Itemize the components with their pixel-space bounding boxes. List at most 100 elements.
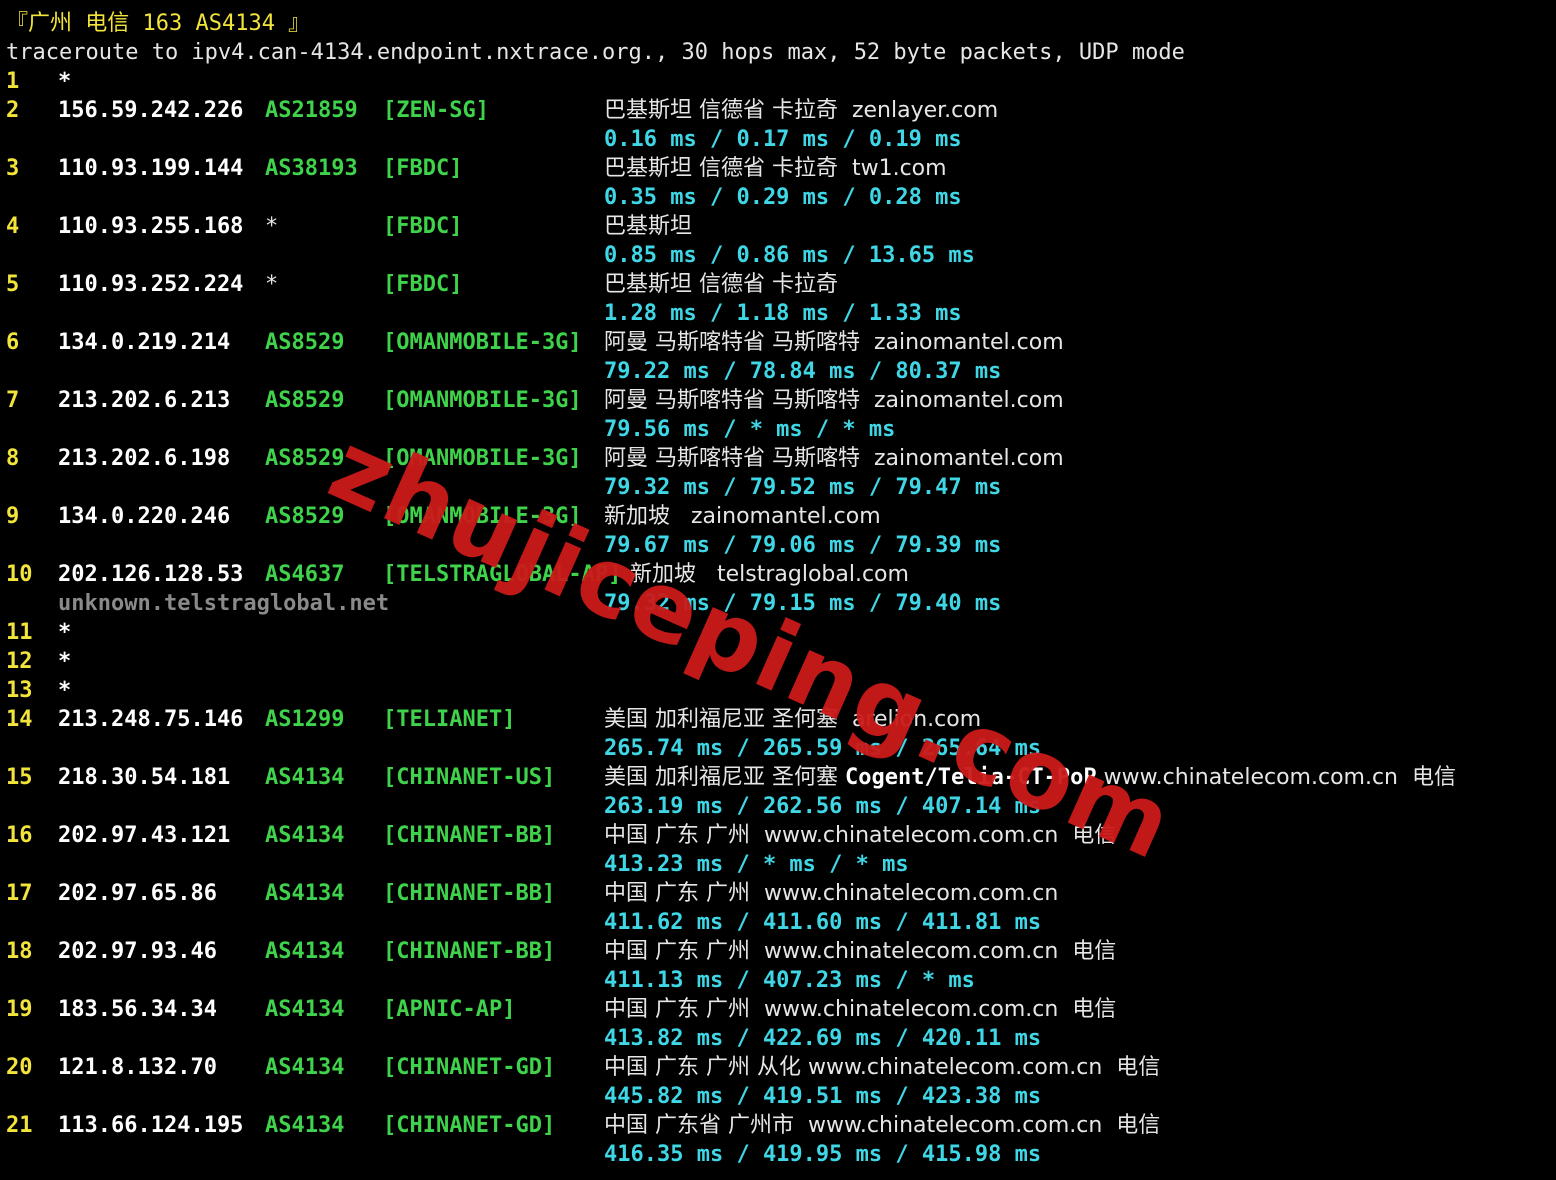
hop-location: 阿曼 马斯喀特省 马斯喀特 zainomantel.com (604, 446, 1064, 471)
hop-ip: 110.93.252.224 (58, 272, 244, 297)
hop-ip: * (58, 678, 72, 703)
hop-number: 16 (6, 823, 33, 848)
hop-network-tag: [CHINANET-BB] (383, 939, 556, 964)
hop-number: 7 (6, 388, 20, 413)
hop-network-tag: [CHINANET-GD] (383, 1113, 556, 1138)
hop-asn: AS4134 (265, 1113, 345, 1138)
hop-rtt: 413.23 ms / * ms / * ms (604, 852, 909, 877)
hop-number: 13 (6, 678, 33, 703)
traceroute-command: traceroute to ipv4.can-4134.endpoint.nxt… (6, 40, 1185, 65)
hop-network-tag: [CHINANET-GD] (383, 1055, 556, 1080)
hop-ip: 110.93.199.144 (58, 156, 244, 181)
hop-network-tag: [TELIANET] (383, 707, 516, 732)
hop-number: 15 (6, 765, 33, 790)
hop-network-tag: [CHINANET-US] (383, 765, 556, 790)
hop-ip: * (58, 69, 72, 94)
hop-number: 8 (6, 446, 20, 471)
hop-asn: AS1299 (265, 707, 345, 732)
hop-number: 2 (6, 98, 20, 123)
hop-number: 19 (6, 997, 33, 1022)
hop-number: 21 (6, 1113, 33, 1138)
hop-rtt: 411.13 ms / 407.23 ms / * ms (604, 968, 975, 993)
hop-location: 中国 广东 广州 从化 www.chinatelecom.com.cn 电信 (604, 1055, 1161, 1080)
hop-location: 美国 加利福尼亚 圣何塞 Cogent/Telia-CT-PoP www.chi… (604, 763, 1456, 792)
hop-hostname: unknown.telstraglobal.net (58, 591, 390, 616)
hop-network-tag: [FBDC] (383, 272, 463, 297)
hop-network-tag: [OMANMOBILE-3G] (383, 446, 582, 471)
hop-network-tag: [ZEN-SG] (383, 98, 489, 123)
hop-network-tag: [APNIC-AP] (383, 997, 516, 1022)
hop-ip: 113.66.124.195 (58, 1113, 244, 1138)
hop-asn: AS38193 (265, 156, 358, 181)
hop-rtt: 265.74 ms / 265.59 ms / 265.64 ms (604, 736, 1042, 761)
hop-asn: * (265, 214, 279, 239)
hop-number: 20 (6, 1055, 33, 1080)
hop-asn: AS4134 (265, 823, 345, 848)
hop-location-geo: 美国 加利福尼亚 圣何塞 (604, 765, 845, 790)
hop-asn: AS4134 (265, 881, 345, 906)
hop-asn: AS4134 (265, 997, 345, 1022)
hop-ip: 156.59.242.226 (58, 98, 244, 123)
hop-network-tag: [OMANMOBILE-3G] (383, 388, 582, 413)
hop-ip: 213.248.75.146 (58, 707, 244, 732)
hop-ip: 202.126.128.53 (58, 562, 244, 587)
report-title: 『广州 电信 163 AS4134 』 (6, 11, 311, 36)
hop-ip: 218.30.54.181 (58, 765, 231, 790)
hop-rtt: 0.16 ms / 0.17 ms / 0.19 ms (604, 127, 962, 152)
hop-number: 14 (6, 707, 33, 732)
hop-location: 新加坡 zainomantel.com (604, 504, 881, 529)
hop-rtt: 0.85 ms / 0.86 ms / 13.65 ms (604, 243, 975, 268)
hop-location: 阿曼 马斯喀特省 马斯喀特 zainomantel.com (604, 330, 1064, 355)
hop-location: 中国 广东省 广州市 www.chinatelecom.com.cn 电信 (604, 1113, 1161, 1138)
hop-location: 巴基斯坦 信德省 卡拉奇 zenlayer.com (604, 98, 999, 123)
hop-asn: AS21859 (265, 98, 358, 123)
hop-rtt: 79.32 ms / 79.52 ms / 79.47 ms (604, 475, 1002, 500)
hop-asn: AS4134 (265, 939, 345, 964)
hop-network-tag: [CHINANET-BB] (383, 823, 556, 848)
hop-location: 中国 广东 广州 www.chinatelecom.com.cn 电信 (604, 997, 1117, 1022)
hop-rtt: 413.82 ms / 422.69 ms / 420.11 ms (604, 1026, 1042, 1051)
hop-rtt: 445.82 ms / 419.51 ms / 423.38 ms (604, 1084, 1042, 1109)
hop-asn: AS8529 (265, 446, 345, 471)
hop-rtt: 0.35 ms / 0.29 ms / 0.28 ms (604, 185, 962, 210)
hop-asn: AS4134 (265, 1055, 345, 1080)
hop-rtt: 263.19 ms / 262.56 ms / 407.14 ms (604, 794, 1042, 819)
hop-location: 美国 加利福尼亚 圣何塞 arelion.com (604, 707, 982, 732)
hop-asn: AS4637 (265, 562, 345, 587)
hop-number: 6 (6, 330, 20, 355)
hop-location: 巴基斯坦 信德省 卡拉奇 tw1.com (604, 156, 947, 181)
hop-location: 巴基斯坦 信德省 卡拉奇 (604, 272, 838, 297)
hop-ip: * (58, 649, 72, 674)
hop-asn: AS8529 (265, 504, 345, 529)
hop-location-domain: www.chinatelecom.com.cn 电信 (1096, 765, 1456, 790)
hop-asn: AS8529 (265, 388, 345, 413)
hop-ip: 183.56.34.34 (58, 997, 217, 1022)
hop-number: 1 (6, 69, 20, 94)
hop-number: 18 (6, 939, 33, 964)
hop-network-tag: [TELSTRAGLOBAL-AP] (383, 562, 622, 587)
hop-network-tag: [CHINANET-BB] (383, 881, 556, 906)
hop-location: 阿曼 马斯喀特省 马斯喀特 zainomantel.com (604, 388, 1064, 413)
hop-ip: 121.8.132.70 (58, 1055, 217, 1080)
hop-rtt: 1.28 ms / 1.18 ms / 1.33 ms (604, 301, 962, 326)
hop-location: 新加坡 telstraglobal.com (630, 562, 909, 587)
hop-ip: 134.0.220.246 (58, 504, 231, 529)
hop-number: 11 (6, 620, 33, 645)
hop-number: 4 (6, 214, 20, 239)
hop-number: 3 (6, 156, 20, 181)
hop-rtt: 416.35 ms / 419.95 ms / 415.98 ms (604, 1142, 1042, 1167)
hop-ip: * (58, 620, 72, 645)
hop-ip: 110.93.255.168 (58, 214, 244, 239)
hop-location: 中国 广东 广州 www.chinatelecom.com.cn 电信 (604, 939, 1117, 964)
hop-rtt: 411.62 ms / 411.60 ms / 411.81 ms (604, 910, 1042, 935)
hop-ip: 134.0.219.214 (58, 330, 231, 355)
hop-ip: 202.97.93.46 (58, 939, 217, 964)
hop-rtt: 79.32 ms / 79.15 ms / 79.40 ms (604, 591, 1002, 616)
hop-location-pop: Cogent/Telia-CT-PoP (844, 765, 1097, 790)
hop-rtt: 79.22 ms / 78.84 ms / 80.37 ms (604, 359, 1002, 384)
hop-asn: * (265, 272, 279, 297)
hop-location: 中国 广东 广州 www.chinatelecom.com.cn (604, 881, 1059, 906)
hop-number: 5 (6, 272, 20, 297)
hop-rtt: 79.67 ms / 79.06 ms / 79.39 ms (604, 533, 1002, 558)
hop-number: 12 (6, 649, 33, 674)
